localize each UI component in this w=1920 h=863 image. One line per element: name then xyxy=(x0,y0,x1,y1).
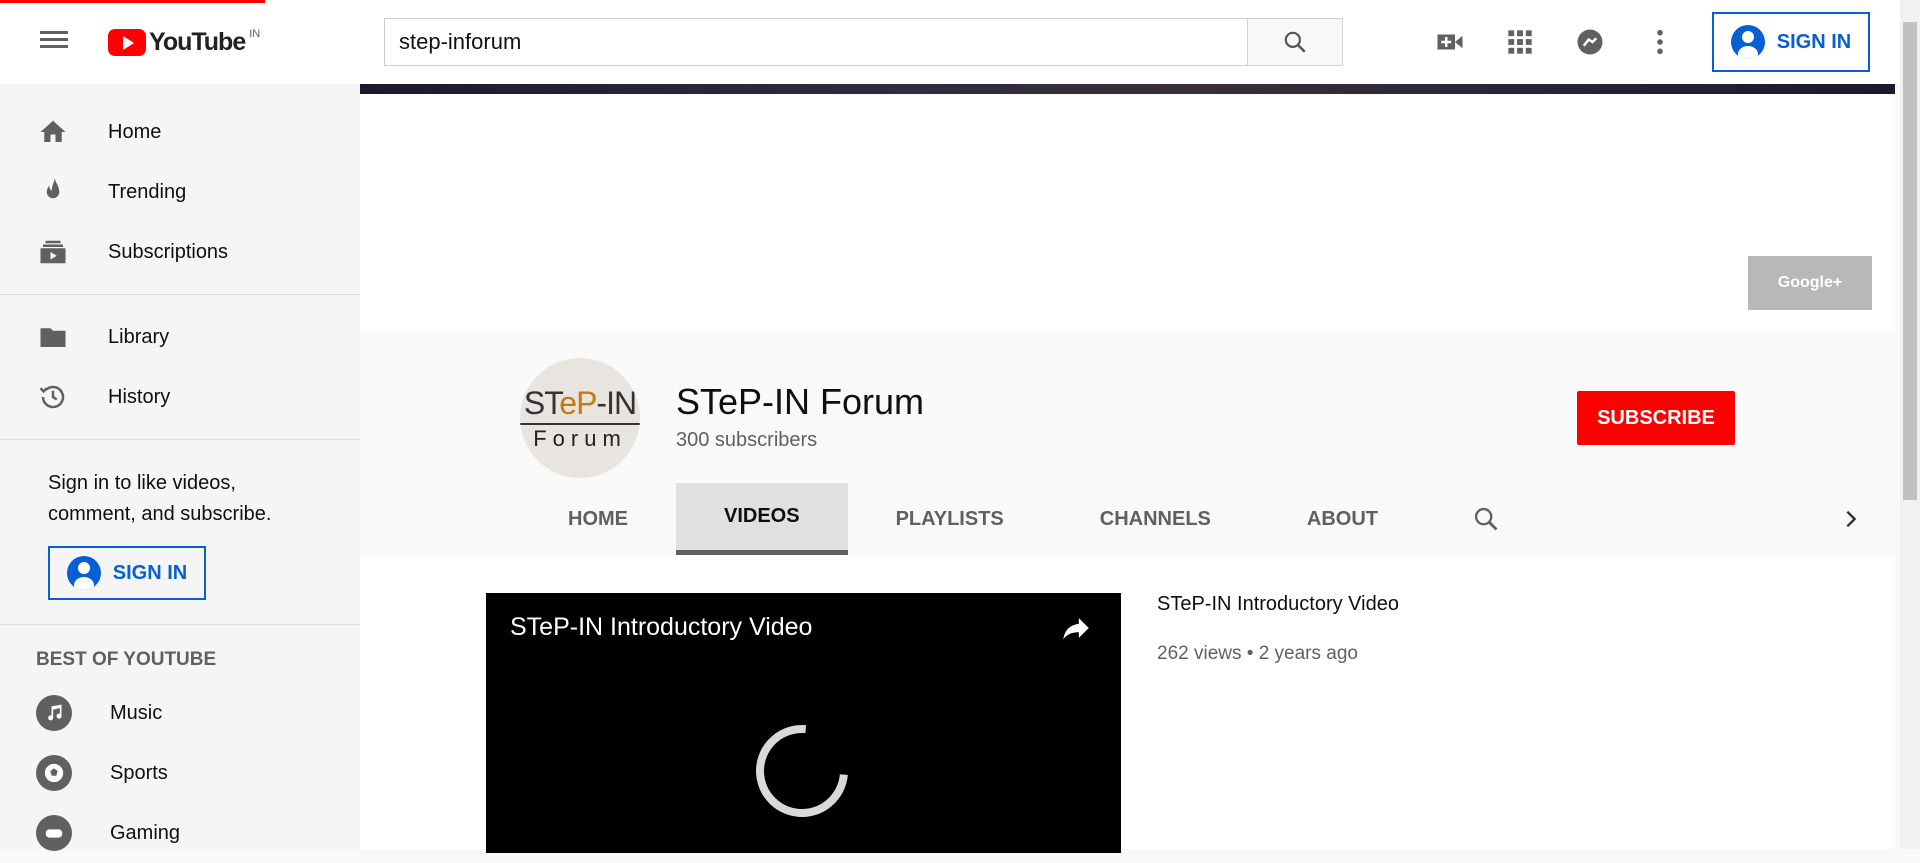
logo-text: YouTube xyxy=(149,28,246,56)
tab-videos[interactable]: VIDEOS xyxy=(676,483,848,555)
sidebar-item-label: History xyxy=(108,385,171,408)
channel-title: STeP-IN Forum xyxy=(676,381,925,422)
sidebar-item-library[interactable]: Library xyxy=(0,307,360,367)
avatar-logo-subtext: Forum xyxy=(533,425,627,451)
tab-about[interactable]: ABOUT xyxy=(1259,483,1426,555)
youtube-play-icon xyxy=(108,29,146,56)
library-folder-icon xyxy=(36,320,70,354)
sidebar-divider xyxy=(0,294,360,295)
sidebar-divider xyxy=(0,439,360,440)
search-icon xyxy=(1284,31,1306,53)
subscriptions-icon xyxy=(36,235,70,269)
page-load-progress xyxy=(0,0,265,3)
signin-prompt: Sign in to like videos, comment, and sub… xyxy=(48,472,272,525)
sidebar-item-trending[interactable]: Trending xyxy=(0,162,360,222)
sidebar-divider xyxy=(0,624,360,625)
create-video-icon[interactable] xyxy=(1430,22,1470,62)
sidebar-signin-button[interactable]: SIGN IN xyxy=(48,546,206,600)
sidebar-item-music[interactable]: Music xyxy=(0,683,360,743)
banner-image xyxy=(360,84,1895,94)
subscribe-button[interactable]: SUBSCRIBE xyxy=(1577,391,1735,445)
google-plus-link[interactable]: Google+ xyxy=(1748,256,1872,310)
channel-avatar[interactable]: STeP-IN Forum xyxy=(520,358,640,478)
sports-ball-icon xyxy=(36,755,72,791)
tab-playlists[interactable]: PLAYLISTS xyxy=(848,483,1052,555)
video-title-link[interactable]: STeP-IN Introductory Video xyxy=(1157,593,1399,616)
sidebar-item-home[interactable]: Home xyxy=(0,102,360,162)
sidebar-item-sports[interactable]: Sports xyxy=(0,743,360,803)
gaming-controller-icon xyxy=(36,815,72,851)
tab-home[interactable]: HOME xyxy=(520,483,676,555)
sidebar-item-history[interactable]: History xyxy=(0,367,360,427)
scrollbar-thumb[interactable] xyxy=(1903,22,1917,500)
signin-label: SIGN IN xyxy=(1776,30,1852,53)
guide-sidebar: Home Trending Subscriptions Library Hist… xyxy=(0,84,360,851)
account-icon xyxy=(1730,25,1765,59)
avatar-logo-text: STeP-IN xyxy=(523,384,637,421)
search-button[interactable] xyxy=(1247,18,1343,66)
region-code: IN xyxy=(249,27,261,40)
avatar-divider xyxy=(520,422,640,425)
sidebar-item-gaming[interactable]: Gaming xyxy=(0,803,360,863)
music-note-icon xyxy=(36,695,72,731)
channel-tabs: HOME VIDEOS PLAYLISTS CHANNELS ABOUT xyxy=(520,483,1516,555)
search-input[interactable] xyxy=(384,18,1247,66)
sidebar-item-label: Trending xyxy=(108,180,187,203)
share-icon[interactable] xyxy=(1059,611,1093,650)
video-metadata: 262 views • 2 years ago xyxy=(1157,643,1358,664)
sidebar-item-label: Home xyxy=(108,120,162,143)
subscriber-count: 300 subscribers xyxy=(676,429,818,451)
messages-icon[interactable] xyxy=(1570,22,1610,62)
more-options-icon[interactable] xyxy=(1640,22,1680,62)
loading-spinner-icon xyxy=(737,706,867,836)
page-scrollbar[interactable] xyxy=(1900,0,1920,849)
channel-videos-content: STeP-IN Introductory Video STeP-IN Intro… xyxy=(360,555,1895,853)
sidebar-item-label: Gaming xyxy=(110,821,181,844)
search-box xyxy=(384,18,1343,66)
tab-channels[interactable]: CHANNELS xyxy=(1052,483,1259,555)
youtube-logo[interactable]: YouTube IN xyxy=(108,28,260,57)
masthead: YouTube IN SIGN IN xyxy=(0,0,1900,84)
sidebar-signin-label: SIGN IN xyxy=(112,561,188,584)
section-title: BEST OF YOUTUBE xyxy=(36,649,217,670)
player-title[interactable]: STeP-IN Introductory Video xyxy=(510,613,812,642)
history-clock-icon xyxy=(36,380,70,414)
channel-header: STeP-IN Forum STeP-IN Forum 300 subscrib… xyxy=(360,333,1895,555)
apps-grid-icon[interactable] xyxy=(1500,22,1540,62)
channel-search-icon[interactable] xyxy=(1456,483,1516,555)
trending-flame-icon xyxy=(36,175,70,209)
chevron-right-icon[interactable] xyxy=(1840,508,1862,535)
channel-banner: Google+ xyxy=(360,84,1895,333)
sidebar-item-label: Music xyxy=(110,701,163,724)
signin-button[interactable]: SIGN IN xyxy=(1712,12,1870,72)
sidebar-item-subscriptions[interactable]: Subscriptions xyxy=(0,222,360,282)
sidebar-item-label: Sports xyxy=(110,761,168,784)
guide-menu-icon[interactable] xyxy=(36,27,72,57)
sidebar-item-label: Subscriptions xyxy=(108,240,229,263)
video-player[interactable]: STeP-IN Introductory Video xyxy=(486,593,1121,853)
account-icon xyxy=(66,556,101,590)
sidebar-item-label: Library xyxy=(108,325,170,348)
home-icon xyxy=(36,115,70,149)
